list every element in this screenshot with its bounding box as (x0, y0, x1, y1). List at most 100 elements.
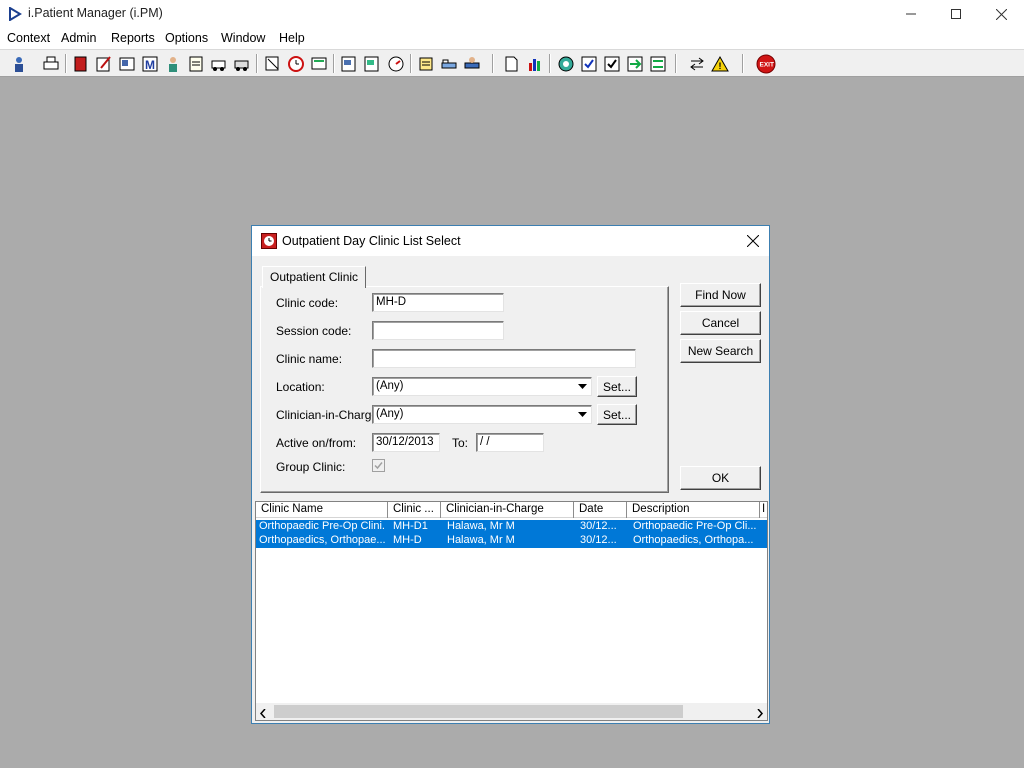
app-title: i.Patient Manager (i.PM) (28, 6, 163, 20)
admission-icon[interactable] (461, 53, 482, 74)
bar-chart-icon[interactable] (524, 53, 545, 74)
clinic-clock-icon (261, 233, 277, 249)
dialog-title: Outpatient Day Clinic List Select (282, 234, 461, 248)
cell-description: Orthopaedic Pre-Op Cli... (633, 520, 757, 532)
to-label: To: (452, 436, 469, 450)
clinician-select[interactable]: (Any) (372, 405, 592, 424)
location-select[interactable]: (Any) (372, 377, 592, 396)
cell-clinic-name: Orthopaedics, Orthopae... (259, 534, 385, 546)
group-clinic-label: Group Clinic: (276, 460, 346, 474)
clinician-icon[interactable] (162, 53, 183, 74)
tab-outpatient-clinic[interactable]: Outpatient Clinic (262, 266, 367, 288)
chevron-down-icon[interactable] (575, 407, 590, 422)
scroll-right-icon[interactable] (757, 707, 764, 721)
document-icon[interactable] (500, 53, 521, 74)
edit-record-icon[interactable] (93, 53, 114, 74)
exit-icon[interactable]: EXIT (755, 53, 776, 74)
active-from-label: Active on/from: (276, 436, 357, 450)
new-search-button[interactable]: New Search (680, 339, 761, 363)
svg-text:!: ! (718, 61, 721, 71)
transfer-icon[interactable] (647, 53, 668, 74)
cancel-button[interactable]: Cancel (680, 311, 761, 335)
memo-icon[interactable] (415, 53, 436, 74)
col-description[interactable]: Description (627, 502, 760, 518)
col-extra[interactable]: I (760, 502, 767, 518)
dialog-title-bar: Outpatient Day Clinic List Select (252, 226, 769, 256)
close-window-button[interactable] (978, 0, 1024, 28)
menu-reports[interactable]: Reports (111, 31, 155, 45)
menu-help[interactable]: Help (279, 31, 305, 45)
group-clinic-checkbox[interactable] (372, 459, 385, 472)
clinician-value: (Any) (376, 408, 404, 420)
ok-button[interactable]: OK (680, 466, 761, 490)
clinic-list-select-dialog: Outpatient Day Clinic List Select Outpat… (251, 225, 770, 724)
patient-icon[interactable] (8, 53, 29, 74)
col-clinic-name[interactable]: Clinic Name (256, 502, 388, 518)
network-icon[interactable] (555, 53, 576, 74)
cell-date: 30/12... (580, 520, 617, 532)
menu-context[interactable]: Context (7, 31, 50, 45)
location-value: (Any) (376, 380, 404, 392)
find-now-button[interactable]: Find Now (680, 283, 761, 307)
scroll-left-icon[interactable] (259, 707, 266, 721)
location-set-button[interactable]: Set... (597, 376, 637, 397)
search-record-icon[interactable] (262, 53, 283, 74)
menu-window[interactable]: Window (221, 31, 265, 45)
print-icon[interactable] (40, 53, 61, 74)
folder-list-icon[interactable] (116, 53, 137, 74)
location-label: Location: (276, 380, 325, 394)
horizontal-scrollbar[interactable] (256, 703, 767, 720)
scrollbar-thumb[interactable] (274, 705, 683, 718)
col-clinician[interactable]: Clinician-in-Charge (441, 502, 574, 518)
exit-icon-label: EXIT (759, 61, 773, 68)
globe-clock-icon[interactable] (385, 53, 406, 74)
cell-clinic-name: Orthopaedic Pre-Op Clini... (259, 520, 385, 532)
clinic-code-label: Clinic code: (276, 296, 339, 310)
app-title-bar: i.Patient Manager (i.PM) (0, 0, 1024, 28)
toolbar: M ! EXIT (0, 49, 1024, 77)
clinic-results-list[interactable]: Clinic Name Clinic ... Clinician-in-Char… (255, 501, 768, 721)
list-header: Clinic Name Clinic ... Clinician-in-Char… (256, 502, 767, 518)
red-book-icon[interactable] (70, 53, 91, 74)
menu-admin[interactable]: Admin (61, 31, 96, 45)
cell-clinician: Halawa, Mr M (447, 520, 515, 532)
transport-icon[interactable] (231, 53, 252, 74)
table-row[interactable]: Orthopaedics, Orthopae... MH-D Halawa, M… (256, 534, 767, 548)
clinic-name-input[interactable] (372, 349, 636, 368)
maximize-button[interactable] (933, 0, 979, 28)
clinic-name-label: Clinic name: (276, 352, 343, 366)
m-letter-icon[interactable]: M (139, 53, 160, 74)
chart-doc-icon[interactable] (338, 53, 359, 74)
table-row[interactable]: Orthopaedic Pre-Op Clini... MH-D1 Halawa… (256, 520, 767, 534)
clinician-label: Clinician-in-Charge: (276, 408, 382, 422)
monitor-icon[interactable] (308, 53, 329, 74)
form-doc-icon[interactable] (361, 53, 382, 74)
cell-description: Orthopaedics, Orthopa... (633, 534, 754, 546)
green-arrows-icon[interactable] (624, 53, 645, 74)
active-to-input[interactable]: / / (476, 433, 544, 452)
menu-options[interactable]: Options (165, 31, 208, 45)
cell-date: 30/12... (580, 534, 617, 546)
clinician-set-button[interactable]: Set... (597, 404, 637, 425)
bed-icon[interactable] (438, 53, 459, 74)
swap-icon[interactable] (686, 53, 707, 74)
warning-icon[interactable]: ! (709, 53, 730, 74)
chevron-down-icon[interactable] (575, 379, 590, 394)
active-from-input[interactable]: 30/12/2013 (372, 433, 440, 452)
app-logo-icon (8, 6, 22, 22)
ambulance-icon[interactable] (208, 53, 229, 74)
clock-icon[interactable] (285, 53, 306, 74)
col-clinic-code[interactable]: Clinic ... (388, 502, 441, 518)
dialog-close-button[interactable] (743, 231, 763, 251)
session-code-input[interactable] (372, 321, 504, 340)
check-list-icon[interactable] (578, 53, 599, 74)
minimize-button[interactable] (888, 0, 934, 28)
svg-text:M: M (145, 58, 155, 72)
clinic-code-input[interactable]: MH-D (372, 293, 504, 312)
col-date[interactable]: Date (574, 502, 627, 518)
menu-bar: Context Admin Reports Options Window Hel… (0, 28, 1024, 49)
check-list-2-icon[interactable] (601, 53, 622, 74)
notes-icon[interactable] (185, 53, 206, 74)
session-code-label: Session code: (276, 324, 352, 338)
cell-clinic-code: MH-D1 (393, 520, 428, 532)
